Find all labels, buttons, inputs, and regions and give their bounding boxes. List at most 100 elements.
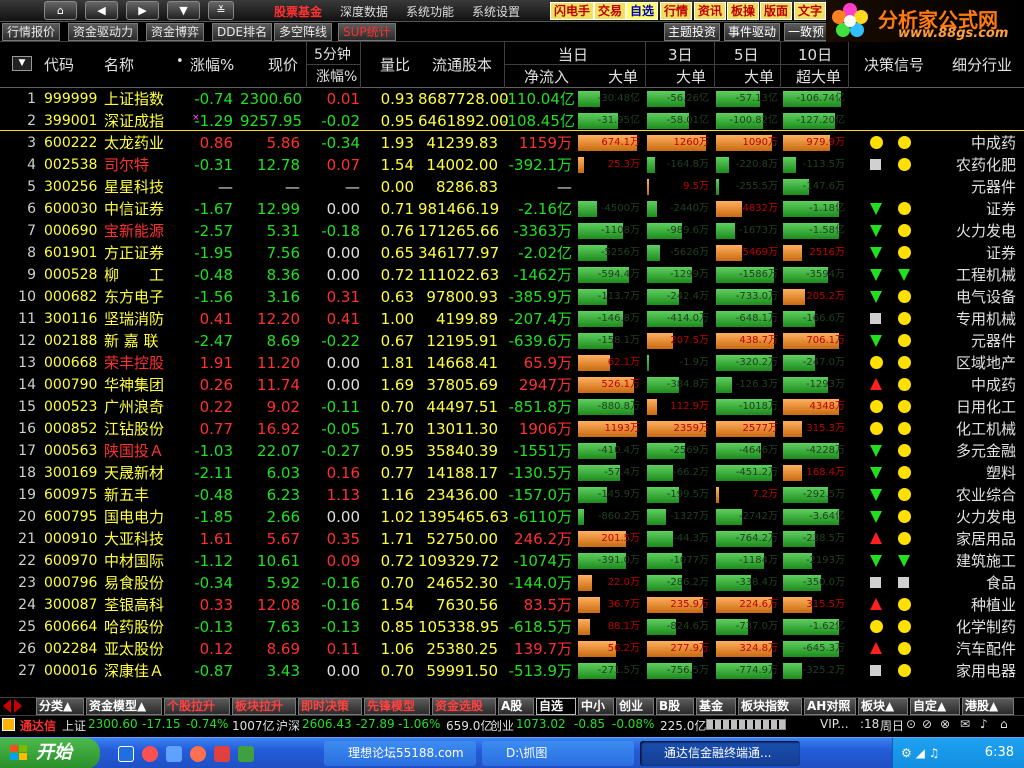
ie-icon[interactable] (118, 746, 134, 762)
sh-label[interactable]: 上证 (62, 717, 86, 734)
clock[interactable]: 6:38 (985, 745, 1014, 760)
category-tab[interactable]: 创业 (616, 698, 654, 715)
scroll-left-icon[interactable] (3, 699, 11, 713)
category-tab[interactable]: 中小 (578, 698, 614, 715)
arrow-left-icon[interactable]: ◀ (85, 1, 118, 20)
table-row[interactable]: 11 300116 坚瑞消防 0.41 12.20 0.41 1.00 4199.89 -207… (0, 308, 1024, 330)
quick-news-button[interactable]: 资讯 (694, 2, 727, 20)
sort-down-icon[interactable]: ▼ (12, 56, 32, 71)
category-tab[interactable]: 先锋模型 (364, 698, 430, 715)
settings-icon[interactable]: ⌂ (1000, 717, 1008, 731)
tab-fund-drive[interactable]: 资金驱动力 (68, 23, 139, 41)
category-tab[interactable]: 资金模型▲ (86, 698, 162, 715)
task-tdx-terminal[interactable]: 通达信金融终端通... (640, 741, 800, 766)
quick-text-button[interactable]: 文字 (794, 2, 827, 20)
table-row[interactable]: 21 000910 大亚科技 1.61 5.67 0.35 1.71 52750.00 246.… (0, 528, 1024, 550)
bell-icon[interactable]: ♪ (980, 717, 988, 731)
home-icon[interactable]: ⌂ (44, 1, 77, 20)
category-tab[interactable]: 即时决策 (298, 698, 362, 715)
app-icon[interactable] (238, 746, 254, 762)
mail-icon[interactable]: ✉ (960, 717, 970, 731)
category-tab[interactable]: 板块指数 (738, 698, 802, 715)
menu-deep-data[interactable]: 深度数据 (340, 3, 388, 20)
quick-lightning-button[interactable]: 闪电手 (550, 2, 595, 20)
window-close-icon[interactable]: ⊗ (940, 717, 950, 731)
col-5min-bottom[interactable]: 涨幅% (316, 66, 357, 86)
col-5day-big[interactable]: 大单 (744, 66, 774, 87)
tab-dde-rank[interactable]: DDE排名 (212, 23, 273, 41)
tab-theme-invest[interactable]: 主题投资 (664, 23, 721, 41)
col-signal[interactable]: 决策信号 (864, 54, 924, 75)
menu-system-func[interactable]: 系统功能 (406, 3, 454, 20)
table-row[interactable]: 12 002188 新 嘉 联 -2.47 8.69 -0.22 0.67 12195.91-… (0, 330, 1024, 352)
table-row[interactable]: 18 300169 天晟新材 -2.11 6.03 0.16 0.77 14188.17 -13… (0, 462, 1024, 484)
tab-consensus[interactable]: 一致预 (784, 23, 829, 41)
table-row[interactable]: 20 600795 国电电力 -1.85 2.66 0.00 1.02 1395465.63-… (0, 506, 1024, 528)
task-folder[interactable]: D:\抓图 (482, 741, 634, 766)
col-change[interactable]: 涨幅% (190, 54, 234, 75)
category-tab[interactable]: 自选 (536, 698, 576, 715)
category-tab[interactable]: B股 (656, 698, 694, 715)
tab-quote[interactable]: 行情报价 (2, 23, 61, 41)
tray-icons[interactable]: ⚙ ◢ ♫ (901, 746, 939, 760)
category-tab[interactable]: AH对照 (804, 698, 856, 715)
col-industry[interactable]: 细分行业 (952, 54, 1012, 75)
category-tab[interactable]: 分类▲ (36, 698, 84, 715)
category-tab[interactable]: 个股拉升 (164, 698, 230, 715)
menu-stock-fund[interactable]: 股票基金 (274, 3, 322, 20)
table-row[interactable]: 5 300256 星星科技 — — — 0.00 8286.83 — 9.5万 -255.5万 -14… (0, 176, 1024, 198)
table-row[interactable]: 10 000682 东方电子 -1.56 3.16 0.31 0.63 97800.93 -38… (0, 286, 1024, 308)
category-tab[interactable]: 资金选股 (432, 698, 496, 715)
table-row[interactable]: 8 601901 方正证券 -1.95 7.56 0.00 0.65 346177.97 -2.… (0, 242, 1024, 264)
quick-watchlist-button[interactable]: 自选 (626, 2, 659, 20)
app-icon[interactable] (166, 746, 182, 762)
table-row[interactable]: 7 000690 宝新能源 -2.57 5.31 -0.18 0.76 171265.66 -3… (0, 220, 1024, 242)
menu-system-settings[interactable]: 系统设置 (472, 3, 520, 20)
category-tab[interactable]: 基金 (696, 698, 736, 715)
category-tab[interactable]: 港股▲ (962, 698, 1014, 715)
table-row[interactable]: 14 000790 华神集团 0.26 11.74 0.00 1.69 37805.69 294… (0, 374, 1024, 396)
table-row[interactable]: 27 000016 深康佳Ａ -0.87 3.43 0.00 0.70 59991.50 -51… (0, 660, 1024, 682)
table-row[interactable]: 25 600664 哈药股份 -0.13 7.63 -0.13 0.85 105338.95-… (0, 616, 1024, 638)
quick-trade-button[interactable]: 交易 (594, 2, 627, 20)
app-icon[interactable] (142, 746, 158, 762)
task-forum[interactable]: 理想论坛55188.com (324, 741, 476, 766)
table-row[interactable]: 16 000852 江钻股份 0.77 16.92 -0.05 1.70 13011.30 19… (0, 418, 1024, 440)
table-row[interactable]: 13 000668 荣丰控股 1.91 11.20 0.00 1.81 14668.41 65.… (0, 352, 1024, 374)
quick-quote-button[interactable]: 行情 (660, 2, 693, 20)
table-row[interactable]: 22 600970 中材国际 -1.12 10.61 0.09 0.72 109329.72-… (0, 550, 1024, 572)
tab-sup-stats[interactable]: SUP统计 (338, 23, 396, 41)
start-button[interactable]: 开始 (0, 738, 100, 768)
hs-label[interactable]: 沪深 (276, 717, 300, 734)
table-row[interactable]: 1 999999 上证指数 -0.74 2300.60 0.01 0.93 8687728.0… (0, 88, 1024, 110)
category-tab[interactable]: A股 (498, 698, 534, 715)
quick-layout-button[interactable]: 版面 (760, 2, 793, 20)
category-tab[interactable]: 自定▲ (910, 698, 960, 715)
quick-board-button[interactable]: 板操 (727, 2, 760, 20)
col-code[interactable]: 代码 (44, 54, 74, 75)
table-row[interactable]: 4 002538 司尔特 -0.31 12.78 0.07 1.54 14002.00 -392… (0, 154, 1024, 176)
tab-long-short[interactable]: 多空阵线 (274, 23, 333, 41)
table-row[interactable]: 6 600030 中信证券 -1.67 12.99 0.00 0.71 981466.19 -2… (0, 198, 1024, 220)
col-price[interactable]: 现价 (268, 54, 298, 75)
app-icon[interactable] (190, 746, 206, 762)
alarm-icon[interactable]: ⊘ (922, 717, 932, 731)
vip-label[interactable]: VIP... (820, 717, 849, 731)
col-float-shares[interactable]: 流通股本 (432, 54, 492, 75)
cy-label[interactable]: 创业 (490, 717, 514, 734)
app-icon[interactable] (214, 746, 230, 762)
table-row[interactable]: 9 000528 柳 工 -0.48 8.36 0.00 0.72 111022.63 -146… (0, 264, 1024, 286)
col-3day-big[interactable]: 大单 (676, 66, 706, 87)
table-row[interactable]: 3 600222 太龙药业 0.86 5.86 -0.34 1.93 41239.83 1159… (0, 132, 1024, 154)
col-name[interactable]: 名称 (104, 54, 134, 75)
tab-fund-game[interactable]: 资金博弈 (146, 23, 205, 41)
scroll-right-icon[interactable] (14, 699, 22, 713)
col-5min-top[interactable]: 5分钟 (314, 44, 351, 64)
table-row[interactable]: 17 000563 陕国投Ａ -1.03 22.07 -0.27 0.95 35840.39-… (0, 440, 1024, 462)
table-row[interactable]: 2 399001 深证成指 -1.29 9257.95 -0.02 0.95 6461892.… (0, 110, 1024, 132)
col-net-inflow[interactable]: 净流入 (524, 66, 569, 87)
table-row[interactable]: 19 600975 新五丰 -0.48 6.23 1.13 1.16 23436.00 -157… (0, 484, 1024, 506)
table-row[interactable]: 15 000523 广州浪奇 0.22 9.02 -0.11 0.70 44497.51 -85… (0, 396, 1024, 418)
double-chevron-down-icon[interactable]: ≚ (208, 1, 234, 20)
arrow-down-icon[interactable]: ▼ (167, 1, 200, 20)
